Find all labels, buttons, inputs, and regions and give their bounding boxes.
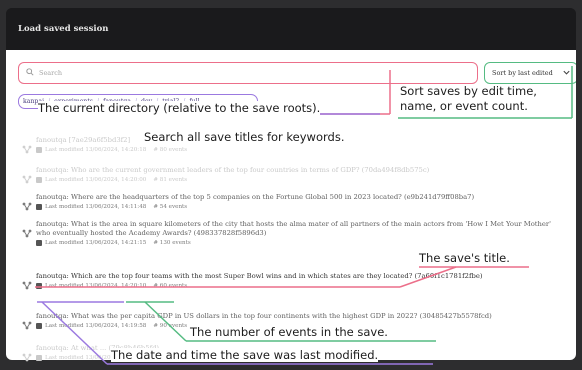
save-events: # 80 events xyxy=(153,147,188,153)
save-list-item[interactable]: fanoutqa: Where are the headquarters of … xyxy=(22,193,562,211)
save-events: # 54 events xyxy=(153,204,188,210)
save-modified: Last modified 13/06/2024, 14:20:18 xyxy=(45,147,147,153)
save-modified: Last modified 13/06/2024, 14:21:15 xyxy=(45,240,147,246)
save-title: fanoutqa: What is the area in square kil… xyxy=(36,220,552,237)
sort-annotation-line1: Sort saves by edit time, xyxy=(400,84,537,98)
save-meta: Last modified 13/06/2024, 14:20:10 # 60 e… xyxy=(36,283,562,289)
save-title: fanoutqa: Who are the current government… xyxy=(36,166,430,174)
save-list-item[interactable]: fanoutqa: Who are the current government… xyxy=(22,166,562,184)
tree-icon xyxy=(22,202,32,211)
save-list-item[interactable]: fanoutqa: What is the area in square kil… xyxy=(22,220,562,246)
calendar-icon xyxy=(36,323,42,329)
save-events: # 81 events xyxy=(153,177,188,183)
tree-icon xyxy=(22,281,32,290)
chevron-down-icon xyxy=(563,70,570,75)
title-annotation: The save's title. xyxy=(419,251,510,265)
calendar-icon xyxy=(36,147,42,153)
save-modified: Last modified 13/06/2024, 14:11:48 xyxy=(45,204,147,210)
save-modified: Last modified 13/06/2024, 14:20:10 xyxy=(45,283,147,289)
tree-icon xyxy=(22,145,32,154)
search-icon xyxy=(26,68,34,76)
calendar-icon xyxy=(36,283,42,289)
modified-annotation: The date and time the save was last modi… xyxy=(111,348,379,362)
search-placeholder: Search xyxy=(39,69,63,77)
save-modified: Last modified 13/06/2024, 14:20:00 xyxy=(45,177,147,183)
sort-select[interactable]: Sort by last edited xyxy=(484,62,576,84)
tree-icon xyxy=(22,353,32,362)
calendar-icon xyxy=(36,204,42,210)
save-events: # 130 events xyxy=(153,240,191,246)
save-meta: Last modified 13/06/2024, 14:11:48 # 54 e… xyxy=(36,204,562,210)
save-title: fanoutqa: Which are the top four teams w… xyxy=(36,272,483,280)
load-session-dialog: Load saved session Search Sort by last e… xyxy=(6,8,576,360)
tree-icon xyxy=(22,321,32,330)
save-meta: Last modified 13/06/2024, 14:20:00 # 81 e… xyxy=(36,177,562,183)
save-meta: Last modified 13/06/2024, 14:21:15 # 130 … xyxy=(36,240,562,246)
directory-annotation: The current directory (relative to the s… xyxy=(38,101,321,115)
dialog-header: Load saved session xyxy=(6,8,576,51)
save-modified: Last modified 13/06/2024, 14:19:58 xyxy=(45,323,147,329)
calendar-icon xyxy=(36,355,42,361)
tree-icon xyxy=(22,175,32,184)
sort-selected-label: Sort by last edited xyxy=(492,69,553,77)
search-input[interactable]: Search xyxy=(18,62,478,84)
save-events: # 60 events xyxy=(153,283,188,289)
tree-icon xyxy=(22,229,32,238)
calendar-icon xyxy=(36,240,42,246)
save-title: fanoutqa: What was the per capita GDP in… xyxy=(36,312,492,320)
dialog-title: Load saved session xyxy=(18,24,109,34)
save-meta: Last modified 13/06/2024, 14:20:18 # 80 e… xyxy=(36,147,562,153)
save-events: # 90 events xyxy=(153,323,188,329)
calendar-icon xyxy=(36,177,42,183)
sort-annotation-line2: name, or event count. xyxy=(400,99,528,113)
search-annotation: Search all save titles for keywords. xyxy=(144,130,345,144)
save-list-item[interactable]: fanoutqa: Which are the top four teams w… xyxy=(22,272,562,290)
save-title: fanoutqa: Where are the headquarters of … xyxy=(36,193,475,201)
events-annotation: The number of events in the save. xyxy=(190,325,388,339)
